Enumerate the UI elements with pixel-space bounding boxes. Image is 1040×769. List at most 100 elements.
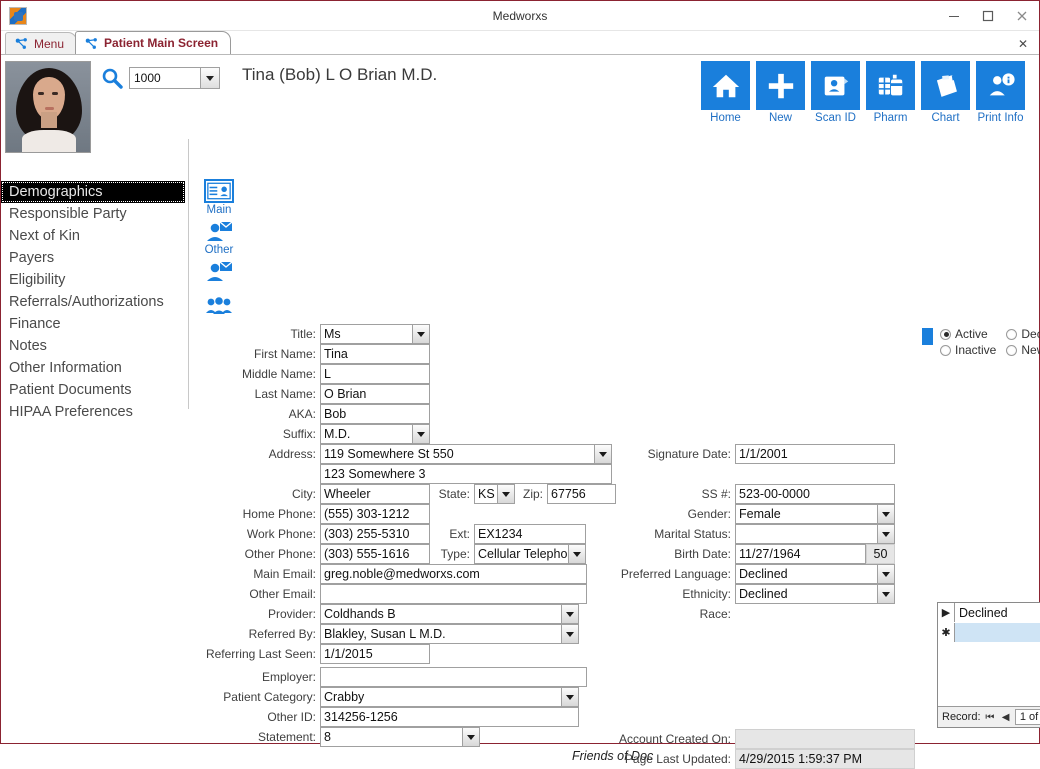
- input-patient-category[interactable]: Crabby: [320, 687, 579, 707]
- input-preferred-language[interactable]: Declined: [735, 564, 895, 584]
- input-work-phone[interactable]: (303) 255-5310: [320, 524, 430, 544]
- race-value-new[interactable]: [955, 623, 1040, 642]
- radio-new[interactable]: New: [1006, 343, 1040, 357]
- first-record-icon[interactable]: ⏮: [984, 712, 997, 723]
- chevron-down-icon[interactable]: [877, 525, 894, 543]
- input-other-phone[interactable]: (303) 555-1616: [320, 544, 430, 564]
- chevron-down-icon[interactable]: [877, 505, 894, 523]
- chevron-down-icon[interactable]: [877, 585, 894, 603]
- tab-menu[interactable]: Menu: [5, 32, 77, 54]
- toolbar-button-chart[interactable]: Chart: [921, 61, 970, 124]
- input-statement[interactable]: 8: [320, 727, 480, 747]
- input-other-id[interactable]: 314256-1256: [320, 707, 579, 727]
- strip-label-main: Main: [197, 204, 241, 216]
- record-navigator: Record: ⏮ ◀ 1 of 1 ▶ ⏭ ▶✱: [938, 706, 1040, 727]
- close-icon[interactable]: [1005, 1, 1039, 31]
- race-value[interactable]: Declined: [955, 603, 1040, 622]
- group-people-icon[interactable]: [205, 295, 233, 317]
- input-main-email[interactable]: greg.noble@medworxs.com: [320, 564, 587, 584]
- contact-mail-icon[interactable]: [205, 261, 233, 283]
- input-home-phone[interactable]: (555) 303-1212: [320, 504, 430, 524]
- input-signature-date[interactable]: 1/1/2001: [735, 444, 895, 464]
- tab-close-button[interactable]: ✕: [1015, 37, 1031, 51]
- input-marital-status[interactable]: [735, 524, 895, 544]
- sidebar-item-notes[interactable]: Notes: [1, 335, 188, 357]
- chevron-down-icon[interactable]: [877, 565, 894, 583]
- medworxs-node-icon: [84, 37, 99, 50]
- input-referring-last-seen[interactable]: 1/1/2015: [320, 644, 430, 664]
- chevron-down-icon[interactable]: [412, 325, 429, 343]
- chevron-down-icon[interactable]: [200, 68, 219, 88]
- input-ss-number[interactable]: 523-00-0000: [735, 484, 895, 504]
- toolbar-button-home[interactable]: Home: [701, 61, 750, 124]
- toolbar-button-scan-id[interactable]: Scan ID: [811, 61, 860, 124]
- input-aka[interactable]: Bob: [320, 404, 430, 424]
- toolbar-button-print-info[interactable]: Print Info: [976, 61, 1025, 124]
- sidebar-item-hipaa-preferences[interactable]: HIPAA Preferences: [1, 401, 188, 423]
- radio-label-active: Active: [955, 327, 988, 341]
- input-first-name[interactable]: Tina: [320, 344, 430, 364]
- main-toolbar: Home New Scan ID: [701, 61, 1025, 124]
- sidebar-item-eligibility[interactable]: Eligibility: [1, 269, 188, 291]
- input-birth-date[interactable]: 11/27/1964: [735, 544, 866, 564]
- input-state[interactable]: KS: [474, 484, 515, 504]
- race-row-new[interactable]: ✱: [938, 623, 1040, 643]
- tab-patient-main-screen[interactable]: Patient Main Screen: [75, 31, 231, 54]
- chevron-down-icon[interactable]: [412, 425, 429, 443]
- input-other-email[interactable]: [320, 584, 587, 604]
- sidebar-item-referrals-authorizations[interactable]: Referrals/Authorizations: [1, 291, 188, 313]
- sidebar-item-finance[interactable]: Finance: [1, 313, 188, 335]
- chevron-down-icon[interactable]: [561, 605, 578, 623]
- chevron-down-icon[interactable]: [561, 688, 578, 706]
- input-referred-by[interactable]: Blakley, Susan L M.D.: [320, 624, 579, 644]
- chevron-down-icon[interactable]: [462, 728, 479, 746]
- race-subform: ▶ Declined ✱ Record: ⏮ ◀ 1 of 1 ▶ ⏭: [937, 602, 1040, 728]
- record-position[interactable]: 1 of 1: [1015, 709, 1040, 725]
- label-ss-number: SS #:: [609, 487, 735, 501]
- patient-search-zone: [101, 67, 220, 89]
- sidebar-item-demographics[interactable]: Demographics: [1, 181, 185, 203]
- input-middle-name[interactable]: L: [320, 364, 430, 384]
- input-ethnicity[interactable]: Declined: [735, 584, 895, 604]
- previous-record-icon[interactable]: ◀: [999, 712, 1012, 723]
- sidebar-item-patient-documents[interactable]: Patient Documents: [1, 379, 188, 401]
- input-ext[interactable]: EX1234: [474, 524, 586, 544]
- toolbar-button-pharm[interactable]: Pharm: [866, 61, 915, 124]
- minimize-icon[interactable]: [937, 1, 971, 31]
- input-employer[interactable]: [320, 667, 587, 687]
- radio-deceased[interactable]: Deceased: [1006, 327, 1040, 341]
- input-provider[interactable]: Coldhands B: [320, 604, 579, 624]
- input-gender[interactable]: Female: [735, 504, 895, 524]
- toolbar-button-new[interactable]: New: [756, 61, 805, 124]
- chevron-down-icon[interactable]: [497, 485, 514, 503]
- record-label: Record:: [942, 711, 981, 723]
- input-last-name[interactable]: O Brian: [320, 384, 430, 404]
- input-address-line2[interactable]: 123 Somewhere 3: [320, 464, 612, 484]
- radio-inactive[interactable]: Inactive: [940, 343, 996, 357]
- chevron-down-icon[interactable]: [568, 545, 585, 563]
- search-icon[interactable]: [101, 67, 123, 89]
- race-row-current[interactable]: ▶ Declined: [938, 603, 1040, 623]
- patient-id-combo[interactable]: [129, 67, 220, 89]
- chevron-down-icon[interactable]: [561, 625, 578, 643]
- sidebar-item-other-information[interactable]: Other Information: [1, 357, 188, 379]
- sidebar-item-next-of-kin[interactable]: Next of Kin: [1, 225, 188, 247]
- input-zip[interactable]: 67756: [547, 484, 616, 504]
- tab-menu-label: Menu: [34, 37, 64, 51]
- input-suffix[interactable]: M.D.: [320, 424, 430, 444]
- input-city[interactable]: Wheeler: [320, 484, 430, 504]
- contact-mail-icon[interactable]: [205, 221, 233, 243]
- label-statement: Statement:: [189, 730, 320, 744]
- label-home-phone: Home Phone:: [189, 507, 320, 521]
- id-card-icon[interactable]: [204, 179, 234, 203]
- input-title[interactable]: Ms: [320, 324, 430, 344]
- radio-active[interactable]: Active: [940, 327, 996, 341]
- value-state: KS: [478, 487, 495, 501]
- patient-id-input[interactable]: [130, 68, 200, 88]
- input-phone-type[interactable]: Cellular Telepho: [474, 544, 586, 564]
- label-signature-date: Signature Date:: [609, 447, 735, 461]
- input-address-line1[interactable]: 119 Somewhere St 550: [320, 444, 612, 464]
- sidebar-item-payers[interactable]: Payers: [1, 247, 188, 269]
- maximize-icon[interactable]: [971, 1, 1005, 31]
- sidebar-item-responsible-party[interactable]: Responsible Party: [1, 203, 188, 225]
